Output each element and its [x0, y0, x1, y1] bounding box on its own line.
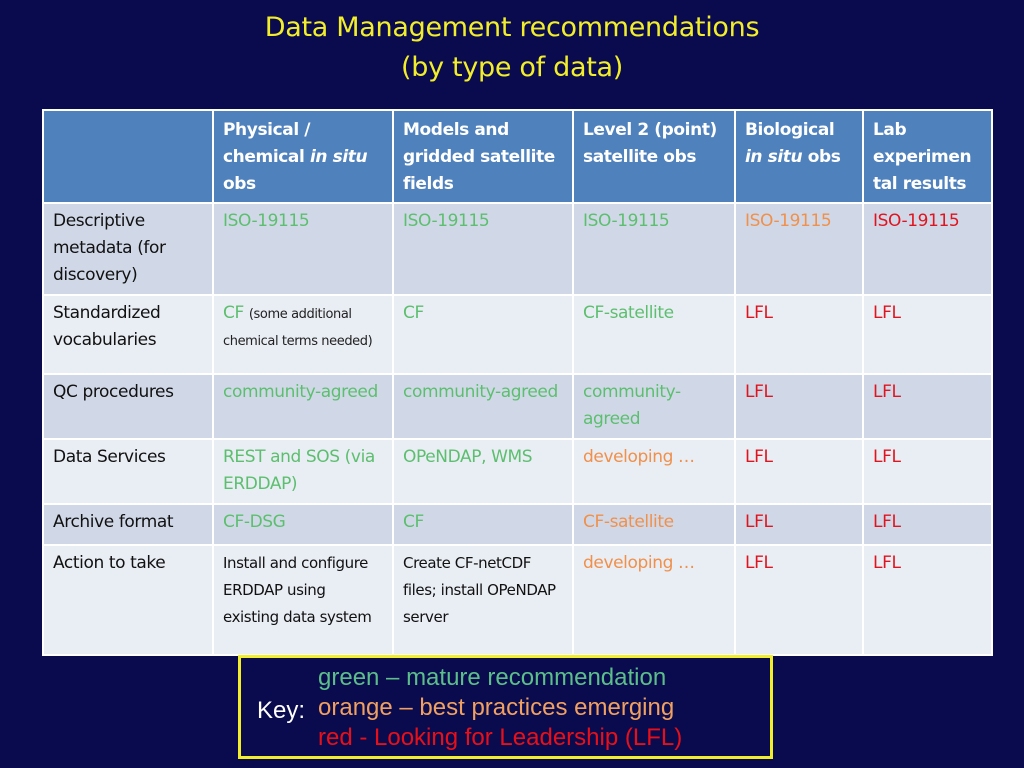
- cell-value: CF-DSG: [223, 512, 286, 532]
- table-cell: LFL: [734, 373, 864, 440]
- table-row: Descriptive metadata (for discovery) ISO-…: [42, 202, 993, 296]
- cell-value: CF-satellite: [583, 303, 674, 323]
- table-cell: CF-DSG: [212, 503, 394, 546]
- table-row: Standardized vocabularies CF (some additi…: [42, 294, 993, 375]
- cell-value: LFL: [745, 303, 773, 323]
- table-cell: CF (some additional chemical terms neede…: [212, 294, 394, 375]
- table-cell: community-agreed: [392, 373, 574, 440]
- cell-value: ISO-19115: [745, 211, 832, 231]
- key-label: Key:: [257, 697, 306, 724]
- column-header-lab: Lab experimen tal results: [862, 109, 993, 204]
- table-cell: Install and configure ERDDAP using exist…: [212, 544, 394, 656]
- table-cell: LFL: [862, 503, 993, 546]
- table-cell: LFL: [862, 544, 993, 656]
- cell-value: Install and configure ERDDAP using exist…: [223, 554, 372, 626]
- table-cell: community-agreed: [212, 373, 394, 440]
- cell-value: LFL: [873, 447, 901, 467]
- cell-note: (some additional chemical terms needed): [223, 307, 373, 349]
- cell-value: developing …: [583, 447, 695, 467]
- cell-value: ISO-19115: [223, 211, 310, 231]
- key-legend: Key: green – mature recommendation orang…: [238, 655, 773, 759]
- row-label: Action to take: [42, 544, 214, 656]
- table-cell: LFL: [734, 294, 864, 375]
- cell-value: CF: [403, 512, 424, 532]
- recommendations-table: Physical / chemical in situ obs Models a…: [42, 109, 993, 656]
- row-label: QC procedures: [42, 373, 214, 440]
- table-row: Archive format CF-DSG CF CF-satellite LFL LFL: [42, 503, 993, 546]
- cell-value: community-agreed: [223, 382, 378, 402]
- row-label: Archive format: [42, 503, 214, 546]
- cell-value: ISO-19115: [583, 211, 670, 231]
- cell-value: LFL: [873, 303, 901, 323]
- table-cell: ISO-19115: [572, 202, 736, 296]
- table-cell: LFL: [734, 544, 864, 656]
- column-header-empty: [42, 109, 214, 204]
- row-label: Standardized vocabularies: [42, 294, 214, 375]
- cell-value: ISO-19115: [403, 211, 490, 231]
- table-cell: ISO-19115: [734, 202, 864, 296]
- column-header-biological: Biological in situ obs: [734, 109, 864, 204]
- cell-value: LFL: [873, 512, 901, 532]
- slide-title: Data Management recommendations (by type…: [0, 8, 1024, 88]
- column-header-physical-chemical: Physical / chemical in situ obs: [212, 109, 394, 204]
- cell-value: CF: [403, 303, 424, 323]
- table-cell: developing …: [572, 544, 736, 656]
- table-cell: CF-satellite: [572, 503, 736, 546]
- table-cell: CF-satellite: [572, 294, 736, 375]
- table-cell: LFL: [862, 438, 993, 505]
- key-green-entry: green – mature recommendation: [318, 664, 667, 691]
- cell-value: Create CF-netCDF files; install OPeNDAP …: [403, 554, 556, 626]
- row-label: Data Services: [42, 438, 214, 505]
- title-line-1: Data Management recommendations: [264, 12, 760, 43]
- table-row: Data Services REST and SOS (via ERDDAP) OP…: [42, 438, 993, 505]
- cell-value: developing …: [583, 553, 695, 573]
- table-cell: developing …: [572, 438, 736, 505]
- row-label: Descriptive metadata (for discovery): [42, 202, 214, 296]
- column-header-models: Models and gridded satellite fields: [392, 109, 574, 204]
- table-cell: REST and SOS (via ERDDAP): [212, 438, 394, 505]
- table-cell: CF: [392, 503, 574, 546]
- table-cell: LFL: [862, 373, 993, 440]
- table-cell: community-agreed: [572, 373, 736, 440]
- table-row: Action to take Install and configure ERDD…: [42, 544, 993, 656]
- cell-value: community-agreed: [403, 382, 558, 402]
- title-line-2: (by type of data): [401, 52, 623, 83]
- cell-value: LFL: [745, 382, 773, 402]
- table-cell: Create CF-netCDF files; install OPeNDAP …: [392, 544, 574, 656]
- cell-value: community-agreed: [583, 382, 681, 429]
- cell-value: ISO-19115: [873, 211, 960, 231]
- key-orange-entry: orange – best practices emerging: [318, 694, 675, 721]
- header-row: Physical / chemical in situ obs Models a…: [42, 109, 993, 204]
- table-cell: ISO-19115: [392, 202, 574, 296]
- cell-value: LFL: [873, 553, 901, 573]
- cell-value: REST and SOS (via ERDDAP): [223, 447, 375, 494]
- table-cell: LFL: [734, 503, 864, 546]
- table-cell: LFL: [734, 438, 864, 505]
- cell-value: LFL: [745, 553, 773, 573]
- table-cell: ISO-19115: [862, 202, 993, 296]
- cell-value: LFL: [745, 447, 773, 467]
- cell-value: LFL: [745, 512, 773, 532]
- table-row: QC procedures community-agreed community-a…: [42, 373, 993, 440]
- cell-value: LFL: [873, 382, 901, 402]
- table-cell: ISO-19115: [212, 202, 394, 296]
- table-cell: OPeNDAP, WMS: [392, 438, 574, 505]
- table-cell: CF: [392, 294, 574, 375]
- table-cell: LFL: [862, 294, 993, 375]
- cell-value: OPeNDAP, WMS: [403, 447, 533, 467]
- key-red-entry: red - Looking for Leadership (LFL): [318, 724, 683, 751]
- cell-value: CF: [223, 303, 244, 323]
- column-header-level2: Level 2 (point) satellite obs: [572, 109, 736, 204]
- cell-value: CF-satellite: [583, 512, 674, 532]
